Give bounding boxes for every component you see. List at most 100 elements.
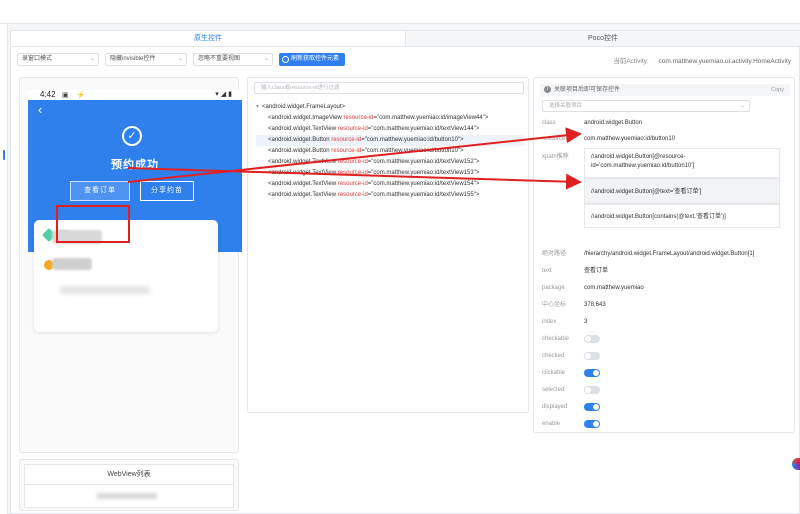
- webview-title: WebView列表: [25, 465, 233, 485]
- tree-node-class: <android.widget.TextView: [268, 192, 338, 198]
- tree-node[interactable]: <android.widget.TextView resource-id="co…: [256, 179, 524, 190]
- main-panel: 原生控件 Poco控件 录窗口模式 ⌄ 隐藏invisible控件 ⌄ 忽略不重…: [10, 30, 800, 514]
- back-arrow-icon[interactable]: ‹: [38, 102, 42, 117]
- view-select[interactable]: 忽略不重要视图 ⌄: [193, 53, 273, 66]
- tree-node-attr: resource-id: [331, 137, 362, 143]
- clickable-toggle[interactable]: [584, 369, 600, 377]
- refresh-button-label: 刷新获取控件元素: [291, 56, 340, 62]
- prop-key: checkable: [542, 336, 570, 342]
- prop-key: enable: [542, 421, 561, 427]
- activity-label: 当前Activity:: [613, 58, 649, 65]
- tree-node-value: ="com.matthew.yuemiao:id/textView153">: [367, 170, 480, 176]
- hierarchy-tree: ▾ <android.widget.FrameLayout> <android.w…: [256, 102, 524, 201]
- status-time: 4:42: [40, 90, 56, 99]
- prop-key: selected: [542, 387, 565, 393]
- prop-value[interactable]: 378,643: [584, 300, 606, 310]
- tree-node-value: ="com.matthew.yuemiao:id/button10">: [361, 137, 464, 143]
- prop-key: resource-id: [542, 136, 573, 142]
- tree-node-attr: resource-id: [337, 126, 368, 132]
- activity-value: com.matthew.yuemiao.ui.activity.HomeActi…: [658, 58, 791, 65]
- tree-node-label: <android.widget.FrameLayout>: [262, 104, 346, 110]
- tab-poco[interactable]: Poco控件: [406, 31, 800, 46]
- floating-plugin-icon[interactable]: [792, 458, 800, 470]
- tree-filter-input[interactable]: 输入class或resource-id进行过滤: [254, 82, 524, 94]
- prop-value[interactable]: com.matthew.yuemiao:id/button10: [584, 134, 675, 144]
- tree-node[interactable]: <android.widget.TextView resource-id="co…: [256, 124, 524, 135]
- xpath-option[interactable]: //android.widget.Button[@resource-id='co…: [584, 148, 780, 178]
- xpath-option[interactable]: //android.widget.Button[contains(@text,'…: [584, 204, 780, 228]
- tree-node[interactable]: <android.widget.TextView resource-id="co…: [256, 168, 524, 179]
- displayed-toggle[interactable]: [584, 403, 600, 411]
- status-icons: ▣ ⚡: [62, 92, 89, 99]
- project-select-placeholder: 选择关联项目: [549, 103, 583, 109]
- prop-key: text: [542, 268, 552, 274]
- prop-value[interactable]: android.widget.Button: [584, 118, 642, 128]
- prop-value[interactable]: 3: [584, 317, 587, 327]
- prop-value[interactable]: 查看订单: [584, 266, 608, 276]
- check-circle-icon: ✓: [122, 126, 142, 146]
- tree-node-value: ="com.matthew.yuemiao:id/button10">: [361, 148, 464, 154]
- chevron-down-icon: ⌄: [89, 56, 95, 62]
- invisible-select[interactable]: 隐藏invisible控件 ⌄: [105, 53, 187, 66]
- tree-node[interactable]: <android.widget.TextView resource-id="co…: [256, 190, 524, 201]
- prop-value[interactable]: com.matthew.yuemiao: [584, 283, 644, 293]
- tree-node-value: ="com.matthew.yuemiao:id/textView155">: [367, 192, 480, 198]
- share-button[interactable]: 分享约苗: [140, 181, 194, 201]
- tree-node-selected[interactable]: <android.widget.Button resource-id="com.…: [256, 135, 524, 146]
- refresh-button[interactable]: 刷新获取控件元素: [279, 53, 345, 66]
- hierarchy-panel: 输入class或resource-id进行过滤 ▾ <android.widget…: [247, 77, 529, 413]
- mode-select[interactable]: 录窗口模式 ⌄: [17, 53, 99, 66]
- selected-toggle[interactable]: [584, 386, 600, 394]
- xpath-option[interactable]: //android.widget.Button[@text='查看订单']: [584, 178, 780, 204]
- toolbar: 录窗口模式 ⌄ 隐藏invisible控件 ⌄ 忽略不重要视图 ⌄ 刷新获取控件…: [17, 53, 795, 67]
- tree-node-value: ="com.matthew.yuemiao:id/imageView44">: [373, 115, 489, 121]
- status-bar: 4:42 ▣ ⚡ ▾◢▮: [28, 90, 242, 100]
- invisible-select-value: 隐藏invisible控件: [110, 56, 156, 62]
- copy-button[interactable]: Copy: [771, 84, 784, 96]
- tree-node-value: ="com.matthew.yuemiao:id/textView154">: [367, 181, 480, 187]
- tree-node[interactable]: <android.widget.TextView resource-id="co…: [256, 157, 524, 168]
- prop-key: checked: [542, 353, 565, 359]
- tree-node-class: <android.widget.TextView: [268, 126, 338, 132]
- webview-card: WebView列表: [19, 459, 239, 511]
- left-strip-indicator: [3, 150, 5, 160]
- tab-native[interactable]: 原生控件: [11, 31, 406, 46]
- tree-node-root[interactable]: ▾ <android.widget.FrameLayout>: [256, 102, 524, 113]
- tree-node-class: <android.widget.Button: [268, 137, 332, 143]
- prop-value[interactable]: /hierarchy/android.widget.FrameLayout/an…: [584, 249, 754, 259]
- tree-node[interactable]: <android.widget.Button resource-id="com.…: [256, 146, 524, 157]
- success-title: 预约成功: [111, 159, 159, 171]
- project-select[interactable]: 选择关联项目 ⌄: [542, 100, 750, 112]
- caret-down-icon: ▾: [256, 104, 260, 110]
- prop-key: 中心坐标: [542, 302, 567, 308]
- checkable-toggle[interactable]: [584, 335, 600, 343]
- current-activity: 当前Activity: com.matthew.yuemiao.ui.activ…: [613, 55, 791, 65]
- checked-toggle[interactable]: [584, 352, 600, 360]
- tree-node-class: <android.widget.TextView: [268, 170, 338, 176]
- prop-key: xpath推荐: [542, 154, 569, 160]
- prop-key: index: [542, 319, 557, 325]
- save-hint-text: 关联项目后即可保存控件: [554, 87, 621, 93]
- tab-bar: 原生控件 Poco控件: [11, 31, 800, 47]
- prop-key: displayed: [542, 404, 568, 410]
- chevron-down-icon: ⌄: [177, 56, 183, 62]
- tree-node-attr: resource-id: [337, 181, 368, 187]
- top-bar: [0, 0, 800, 24]
- tree-node-class: <android.widget.TextView: [268, 159, 338, 165]
- device-screen[interactable]: 4:42 ▣ ⚡ ▾◢▮ ‹ ✓ 预约成功 查看订单 分享约苗 Now: [28, 90, 242, 452]
- view-select-value: 忽略不重要视图: [198, 56, 241, 62]
- tree-node-attr: resource-id: [337, 170, 368, 176]
- blurred-text: [60, 286, 150, 294]
- tree-node[interactable]: <android.widget.ImageView resource-id="c…: [256, 113, 524, 124]
- tree-node-attr: resource-id: [343, 115, 374, 121]
- prop-key: class: [542, 120, 556, 126]
- chevron-down-icon: ⌄: [263, 56, 269, 62]
- view-order-button[interactable]: 查看订单: [70, 181, 130, 201]
- chevron-down-icon: ⌄: [740, 103, 745, 109]
- enable-toggle[interactable]: [584, 420, 600, 428]
- tree-node-value: ="com.matthew.yuemiao:id/textView144">: [367, 126, 480, 132]
- info-icon: i: [544, 86, 551, 93]
- device-preview-card: 4:42 ▣ ⚡ ▾◢▮ ‹ ✓ 预约成功 查看订单 分享约苗 Now: [19, 77, 242, 453]
- tree-node-class: <android.widget.ImageView: [268, 115, 344, 121]
- blurred-text: [52, 258, 92, 270]
